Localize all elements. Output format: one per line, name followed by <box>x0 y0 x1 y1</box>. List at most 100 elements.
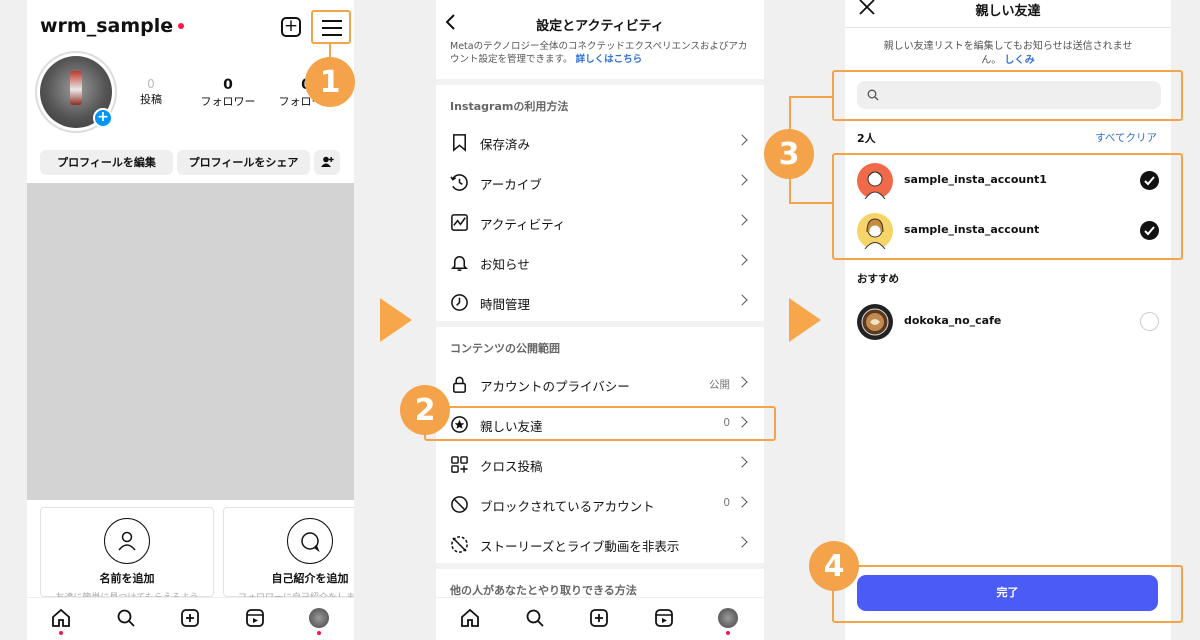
clock-icon <box>451 294 468 311</box>
clear-all-link[interactable]: すべてクリア <box>1095 130 1157 145</box>
settings-row-saved[interactable]: 保存済み <box>436 122 764 162</box>
close-friends-description: 親しい友達リストを編集してもお知らせは送信されません。 しくみ <box>875 40 1141 68</box>
avatar <box>857 304 893 340</box>
create-post-icon[interactable]: + <box>281 17 301 37</box>
close-friends-title: 親しい友達 <box>975 4 1041 19</box>
bottom-tab-bar <box>436 597 764 640</box>
bell-icon <box>451 256 468 271</box>
speech-bubble-icon <box>287 518 333 564</box>
settings-row-time-label: 時間管理 <box>480 297 531 312</box>
stat-followers-label: フォロワー <box>200 95 256 108</box>
settings-row-blocked[interactable]: ブロックされているアカウント 0 <box>436 484 764 524</box>
stat-posts-label: 投稿 <box>140 93 162 106</box>
add-name-title: 名前を追加 <box>99 572 155 585</box>
selected-count: 2人 <box>857 132 876 145</box>
add-bio-title: 自己紹介を追加 <box>271 572 349 585</box>
chevron-down-icon[interactable]: ⌄ <box>163 18 174 33</box>
empty-post-area <box>27 183 354 500</box>
settings-description: Metaのテクノロジー全体のコネクテッドエクスペリエンスおよびアカウント設定を管… <box>450 40 750 66</box>
list-item[interactable]: dokoka_no_cafe <box>857 302 1161 342</box>
step-badge-1: 1 <box>305 57 355 107</box>
settings-row-privacy-value: 公開 <box>709 379 730 391</box>
home-notification-dot <box>59 631 63 635</box>
unchecked-circle-icon[interactable] <box>1140 312 1159 331</box>
hide-icon <box>451 536 468 553</box>
home-icon[interactable] <box>460 608 480 628</box>
divider <box>436 79 764 85</box>
section-heading-interaction: 他の人があなたとやり取りできる方法 <box>450 584 637 597</box>
chevron-right-icon <box>736 456 748 468</box>
add-name-card[interactable]: 名前を追加 友達に簡単に見つけてもらえるよう <box>40 507 214 603</box>
reels-icon[interactable] <box>654 608 674 628</box>
settings-title: 設定とアクティビティ <box>536 19 664 34</box>
settings-screen: 設定とアクティビティ Metaのテクノロジー全体のコネクテッドエクスペリエンスお… <box>436 0 764 640</box>
stat-posts: 0 投稿 <box>135 77 167 107</box>
create-icon[interactable] <box>180 608 200 628</box>
settings-row-saved-label: 保存済み <box>480 137 531 152</box>
chevron-right-icon <box>736 496 748 508</box>
reels-icon[interactable] <box>245 608 265 628</box>
highlight-close-friends <box>424 406 776 441</box>
block-icon <box>451 496 468 513</box>
profile-tab-avatar[interactable] <box>718 608 738 628</box>
learn-more-link[interactable]: 詳しくはこちら <box>576 54 643 65</box>
add-person-icon[interactable] <box>314 150 340 175</box>
settings-row-activity[interactable]: アクティビティ <box>436 202 764 242</box>
settings-row-crosspost-label: クロス投稿 <box>480 459 543 474</box>
create-icon[interactable] <box>589 608 609 628</box>
step-arrow-icon <box>789 298 821 342</box>
divider <box>845 27 1171 28</box>
step-badge-3: 3 <box>764 129 814 179</box>
highlight-selected-list <box>832 153 1183 260</box>
highlight-done <box>832 565 1183 623</box>
chevron-right-icon <box>736 294 748 306</box>
profile-notification-dot <box>726 631 730 635</box>
settings-row-privacy[interactable]: アカウントのプライバシー 公開 <box>436 364 764 404</box>
chevron-right-icon <box>736 254 748 266</box>
step-arrow-icon <box>380 298 412 342</box>
profile-username[interactable]: wrm_sample <box>40 15 173 37</box>
account-name: dokoka_no_cafe <box>904 314 1002 327</box>
chevron-right-icon <box>736 376 748 388</box>
home-icon[interactable] <box>51 608 71 628</box>
divider <box>436 321 764 327</box>
settings-row-blocked-label: ブロックされているアカウント <box>480 499 655 514</box>
notification-dot <box>178 23 184 29</box>
add-story-icon[interactable]: + <box>93 108 113 128</box>
section-heading-usage: Instagramの利用方法 <box>450 100 569 113</box>
profile-tab-avatar[interactable] <box>309 608 329 628</box>
settings-row-archive[interactable]: アーカイブ <box>436 162 764 202</box>
highlight-menu <box>311 10 351 44</box>
settings-row-notifications[interactable]: お知らせ <box>436 242 764 282</box>
section-heading-visibility: コンテンツの公開範囲 <box>450 342 560 355</box>
highlight-search <box>832 70 1183 121</box>
settings-row-crosspost[interactable]: クロス投稿 <box>436 444 764 484</box>
stat-followers-count: 0 <box>223 77 233 93</box>
stat-followers[interactable]: 0 フォロワー <box>197 77 259 109</box>
settings-row-notifications-label: お知らせ <box>480 257 530 272</box>
settings-row-hide-stories[interactable]: ストーリーズとライブ動画を非表示 <box>436 524 764 564</box>
lock-icon <box>453 376 466 393</box>
settings-row-hide-stories-label: ストーリーズとライブ動画を非表示 <box>480 539 680 554</box>
bookmark-icon <box>453 134 466 152</box>
divider <box>436 563 764 569</box>
grid-plus-icon <box>451 456 468 473</box>
share-profile-button[interactable]: プロフィールをシェア <box>177 150 310 175</box>
archive-icon <box>450 174 468 191</box>
search-icon[interactable] <box>525 608 545 628</box>
search-icon[interactable] <box>116 608 136 628</box>
how-it-works-link[interactable]: しくみ <box>1004 55 1034 66</box>
step-badge-4: 4 <box>809 541 859 591</box>
highlight-connector <box>329 44 331 58</box>
person-icon <box>104 518 150 564</box>
settings-row-archive-label: アーカイブ <box>480 177 542 192</box>
bottom-tab-bar <box>27 597 354 640</box>
settings-row-time[interactable]: 時間管理 <box>436 282 764 322</box>
settings-row-blocked-value: 0 <box>723 497 730 509</box>
add-bio-card[interactable]: 自己紹介を追加 フォロワーに自己紹介をしましょう <box>223 507 354 603</box>
edit-profile-button[interactable]: プロフィールを編集 <box>40 150 173 175</box>
chevron-right-icon <box>736 536 748 548</box>
profile-screen: wrm_sample ⌄ + + 0 投稿 0 フォロワー 0 フォロー中 プロ… <box>27 0 354 640</box>
highlight-connector <box>789 96 832 98</box>
chevron-right-icon <box>736 174 748 186</box>
